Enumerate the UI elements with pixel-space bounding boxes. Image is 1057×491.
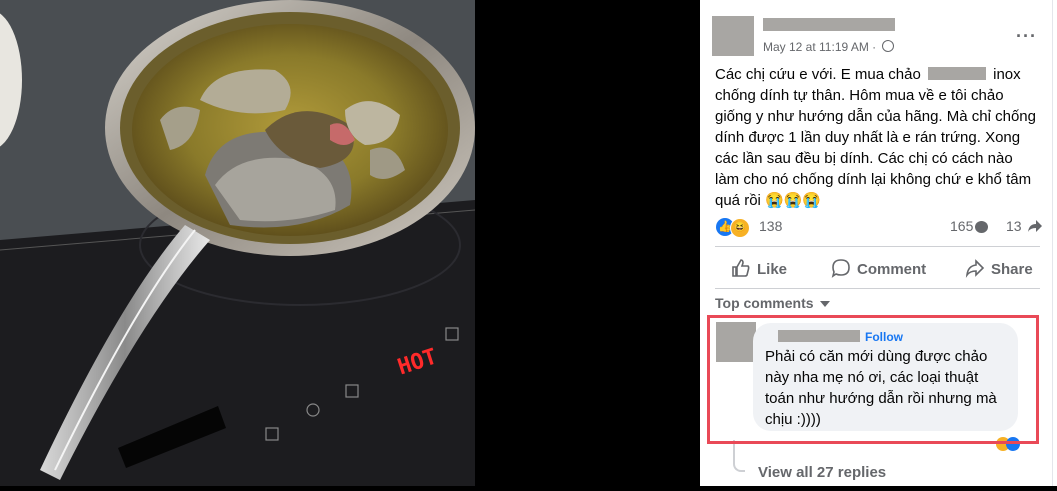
frying-pan-photo: HOT: [0, 0, 476, 486]
author-avatar[interactable]: [712, 16, 754, 56]
scrollbar-track[interactable]: [1052, 0, 1057, 486]
viewer-background: [475, 0, 700, 486]
share-icon: [965, 259, 985, 278]
share-arrow-icon: [1028, 220, 1043, 232]
caret-down-icon: [819, 301, 830, 307]
post-body: Các chị cứu e với. E mua chảo inox chống…: [715, 66, 1036, 209]
haha-reaction-icon: 😆: [730, 218, 750, 238]
post-photo[interactable]: HOT: [0, 0, 476, 486]
post-timestamp[interactable]: May 12 at 11:19 AM ·: [763, 40, 894, 54]
comment-bubble-icon: [975, 221, 989, 233]
author-name-redacted[interactable]: [763, 18, 895, 31]
crying-emoji-icons: 😭😭😭: [765, 192, 822, 209]
comment-button[interactable]: Comment: [831, 258, 926, 280]
share-button[interactable]: Share: [965, 258, 1033, 280]
comment-icon: [831, 259, 850, 278]
thumbs-up-icon: [732, 259, 750, 277]
view-all-replies-link[interactable]: View all 27 replies: [758, 464, 886, 481]
shares-count[interactable]: 13: [1006, 218, 1043, 234]
comments-count[interactable]: 165: [950, 218, 989, 234]
redacted-brand: [927, 67, 986, 80]
divider: [715, 246, 1040, 247]
comment-highlight-box: [707, 315, 1039, 444]
reply-thread-line: [733, 440, 745, 472]
comment-sort-dropdown[interactable]: Top comments: [715, 295, 830, 311]
more-options-icon[interactable]: ···: [1016, 26, 1037, 47]
globe-icon: [881, 40, 894, 52]
divider: [715, 288, 1040, 289]
like-button[interactable]: Like: [731, 258, 787, 280]
